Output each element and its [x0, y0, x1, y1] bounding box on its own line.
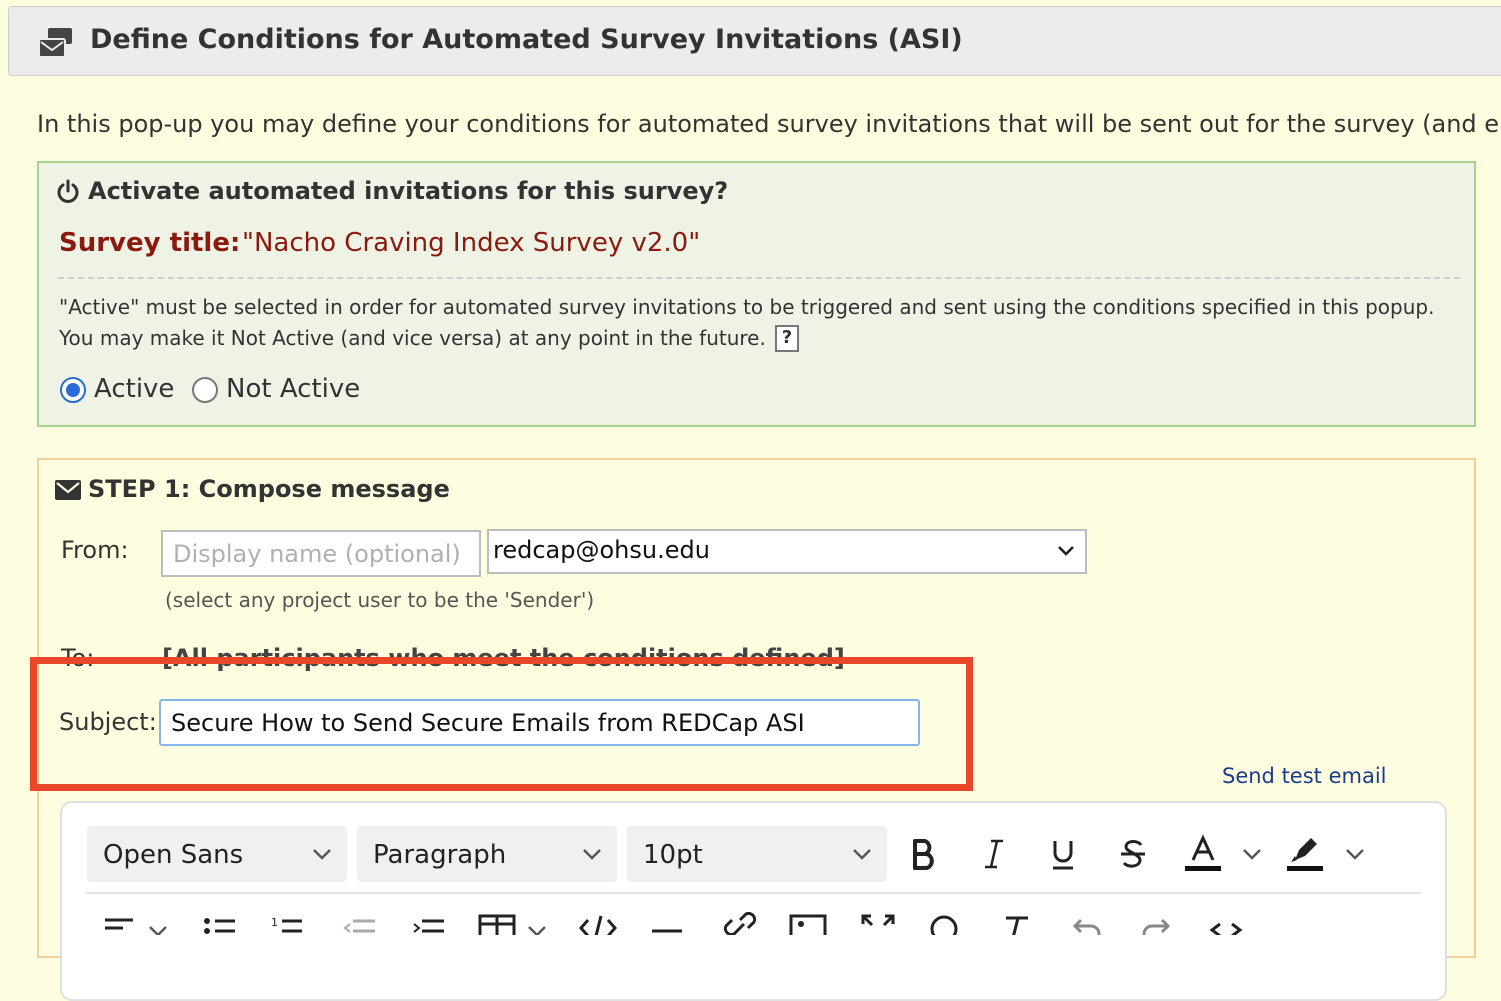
redo-icon[interactable]: [1140, 912, 1176, 935]
envelope-icon: [55, 480, 81, 500]
svg-text:1: 1: [271, 916, 278, 929]
chevron-down-icon: [582, 847, 602, 861]
chevron-down-icon[interactable]: [1242, 847, 1262, 861]
help-button[interactable]: ?: [775, 325, 799, 352]
italic-icon[interactable]: [976, 834, 1012, 874]
chevron-down-icon: [1057, 543, 1075, 557]
chevron-down-icon[interactable]: [527, 922, 547, 935]
power-icon: [56, 179, 80, 205]
chevron-down-icon: [312, 847, 332, 861]
block-format-value: Paragraph: [373, 840, 507, 870]
from-label: From:: [61, 536, 129, 564]
display-name-input[interactable]: [161, 530, 481, 577]
link-icon[interactable]: [722, 912, 758, 935]
radio-active-label[interactable]: Active: [94, 374, 174, 404]
from-email-value: redcap@ohsu.edu: [493, 536, 710, 564]
source-code-icon[interactable]: [1208, 912, 1244, 935]
highlight-color-icon[interactable]: [1285, 832, 1325, 874]
activation-title: Activate automated invitations for this …: [88, 177, 729, 205]
font-family-value: Open Sans: [103, 840, 244, 870]
radio-not-active[interactable]: [192, 377, 218, 403]
send-test-email-link[interactable]: Send test email: [1222, 764, 1386, 788]
sender-note: (select any project user to be the 'Send…: [165, 588, 595, 612]
strikethrough-icon[interactable]: [1115, 834, 1151, 874]
activation-note-line1: "Active" must be selected in order for a…: [59, 295, 1435, 319]
envelope-stack-icon: [38, 27, 74, 59]
chevron-down-icon: [852, 847, 872, 861]
intro-text: In this pop-up you may define your condi…: [37, 110, 1500, 138]
survey-title-label: Survey title:: [59, 228, 241, 258]
table-icon[interactable]: [478, 912, 516, 935]
toolbar-divider: [86, 892, 1421, 894]
code-sample-icon[interactable]: [578, 912, 618, 935]
dialog-title: Define Conditions for Automated Survey I…: [90, 24, 963, 55]
search-icon[interactable]: [927, 912, 963, 935]
step1-title: STEP 1: Compose message: [88, 475, 450, 503]
indent-icon[interactable]: [412, 912, 446, 935]
activation-note-line2: You may make it Not Active (and vice ver…: [59, 326, 766, 350]
horizontal-rule-icon[interactable]: [650, 912, 684, 935]
image-icon[interactable]: [789, 912, 827, 935]
survey-title-value: "Nacho Craving Index Survey v2.0": [242, 228, 701, 258]
radio-not-active-label[interactable]: Not Active: [226, 374, 360, 404]
bullet-list-icon[interactable]: [203, 912, 237, 935]
fullscreen-icon[interactable]: [860, 912, 896, 935]
outdent-icon[interactable]: [343, 912, 377, 935]
font-size-value: 10pt: [643, 840, 703, 870]
undo-icon[interactable]: [1067, 912, 1103, 935]
underline-icon[interactable]: [1045, 834, 1081, 874]
chevron-down-icon[interactable]: [1345, 847, 1365, 861]
radio-active[interactable]: [60, 377, 86, 403]
highlight-annotation: [30, 657, 973, 791]
bold-icon[interactable]: [906, 834, 942, 874]
align-left-icon[interactable]: [103, 912, 135, 935]
clear-formatting-icon[interactable]: [998, 912, 1034, 935]
divider: [58, 277, 1460, 279]
text-color-icon[interactable]: [1183, 832, 1223, 874]
chevron-down-icon[interactable]: [148, 922, 168, 935]
numbered-list-icon[interactable]: 1: [270, 912, 304, 935]
